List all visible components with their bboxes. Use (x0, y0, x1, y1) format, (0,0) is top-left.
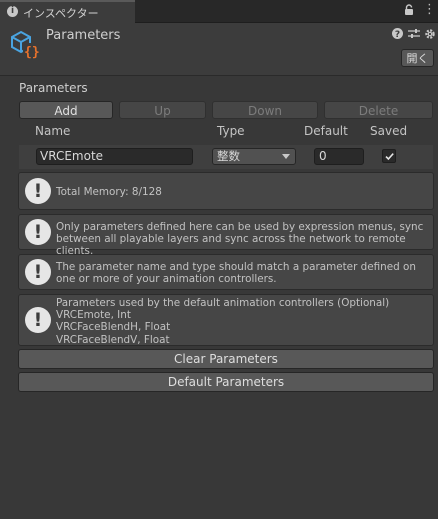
kebab-menu-icon[interactable]: ⋮ (423, 3, 436, 16)
header-tools: ? (392, 28, 436, 42)
column-header-default: Default (304, 124, 348, 138)
help-line: VRCFaceBlendH, Float (56, 321, 171, 334)
lock-icon[interactable] (404, 4, 414, 19)
parameter-type-select[interactable]: 整数 (212, 148, 296, 165)
column-header-saved: Saved (370, 124, 408, 138)
help-box-info: ! Only parameters defined here can be us… (18, 214, 434, 257)
up-button[interactable]: Up (119, 101, 206, 119)
inspector-header: {} Parameters ? 開く (0, 23, 438, 76)
help-line: VRCEmote, Int (56, 309, 131, 322)
parameter-type-value: 整数 (217, 149, 240, 163)
clear-parameters-button[interactable]: Clear Parameters (18, 349, 434, 369)
help-line: Parameters used by the default animation… (56, 297, 390, 309)
tab-bar: i インスペクター ⋮ (0, 0, 438, 23)
down-button[interactable]: Down (212, 101, 318, 119)
checkmark-icon (385, 153, 394, 161)
parameter-name-field[interactable]: VRCEmote (36, 148, 193, 165)
svg-text:?: ? (395, 30, 400, 39)
parameter-default-field[interactable]: 0 (314, 148, 364, 165)
warning-icon: ! (25, 178, 51, 204)
help-text: Parameters used by the default animation… (56, 297, 429, 346)
warning-icon: ! (25, 307, 51, 333)
help-text: The parameter name and type should match… (56, 261, 416, 286)
vrc-expression-parameters-icon: {} (9, 30, 40, 63)
gear-icon[interactable] (424, 28, 436, 43)
help-text: Only parameters defined here can be used… (56, 221, 424, 258)
column-header-type: Type (217, 124, 245, 138)
delete-button[interactable]: Delete (324, 101, 433, 119)
tab-inspector[interactable]: i インスペクター (0, 0, 135, 23)
svg-text:{}: {} (24, 45, 39, 60)
column-header-name: Name (35, 124, 71, 138)
preset-icon[interactable] (408, 28, 420, 42)
help-box-naming: ! The parameter name and type should mat… (18, 254, 434, 290)
warning-icon: ! (25, 259, 51, 285)
parameter-saved-checkbox[interactable] (382, 149, 396, 163)
page-title: Parameters (46, 28, 121, 43)
help-line: VRCFaceBlendV, Float (56, 333, 170, 346)
open-button[interactable]: 開く (401, 49, 434, 67)
dropdown-arrow-icon (282, 154, 290, 159)
add-button[interactable]: Add (19, 101, 113, 119)
help-box-memory: ! Total Memory: 8/128 (18, 172, 434, 210)
tab-label: インスペクター (23, 7, 99, 20)
help-icon[interactable]: ? (392, 28, 403, 42)
help-text: Total Memory: 8/128 (56, 186, 162, 198)
info-icon: i (7, 6, 18, 17)
default-parameters-button[interactable]: Default Parameters (18, 372, 434, 392)
help-box-defaults: ! Parameters used by the default animati… (18, 294, 434, 346)
section-title: Parameters (19, 81, 88, 95)
warning-icon: ! (25, 219, 51, 245)
